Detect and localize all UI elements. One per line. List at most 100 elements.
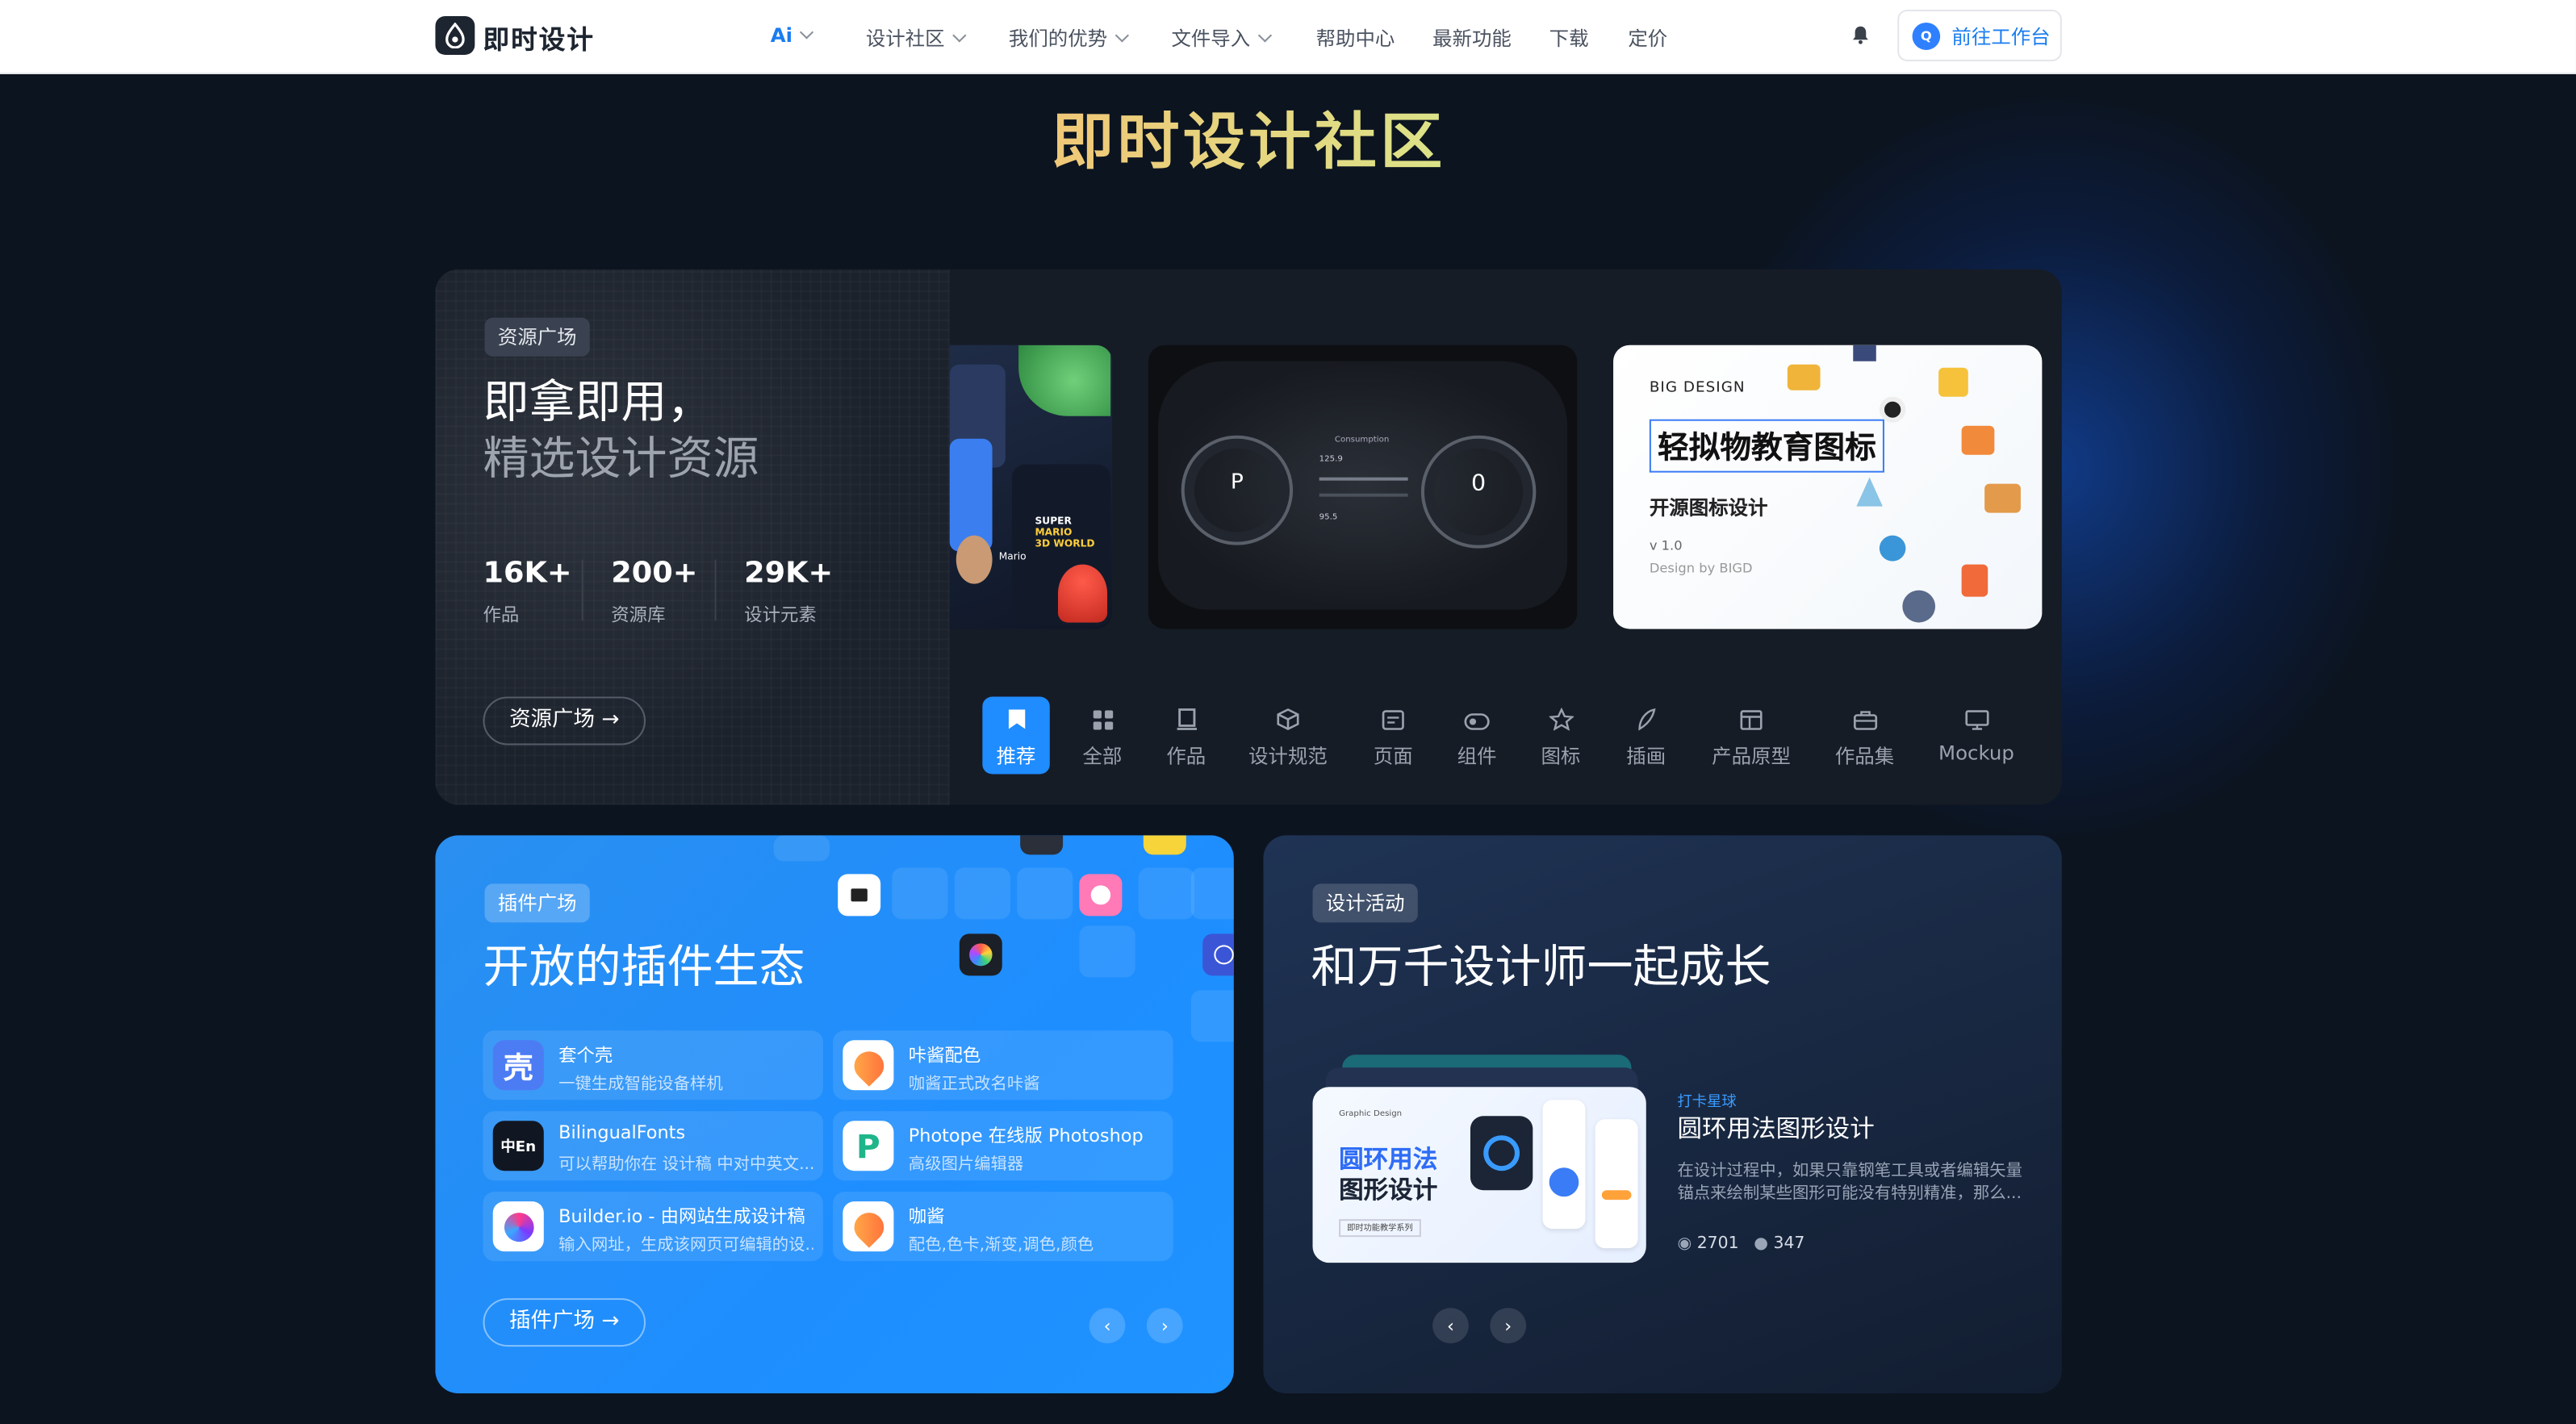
category-label: 插画	[1626, 745, 1666, 768]
plugin-app-icon	[838, 874, 881, 917]
category-label: 页面	[1373, 745, 1413, 768]
plugin-headline: 开放的插件生态	[483, 940, 805, 994]
chevron-down-icon	[1257, 28, 1273, 43]
logo-icon[interactable]	[435, 15, 475, 55]
plugin-title: Photope 在线版 Photoshop	[908, 1125, 1144, 1147]
category-tab-pages[interactable]: 页面	[1347, 697, 1439, 775]
plugin-app-icon	[1020, 835, 1064, 855]
event-thumbnail[interactable]: Graphic Design 圆环用法 图形设计 即时功能教学系列	[1312, 1087, 1646, 1263]
thumb-mario-name: Mario	[998, 551, 1027, 563]
chevron-down-icon	[1114, 28, 1130, 43]
plugin-subtitle: 高级图片编辑器	[908, 1156, 1024, 1175]
plugin-subtitle: 配色,色卡,渐变,调色,颜色	[908, 1237, 1094, 1255]
thumb-edu-icons[interactable]: BIG DESIGN 轻拟物教育图标 开源图标设计 v 1.0 Design b…	[1613, 345, 2043, 629]
chevron-down-icon	[952, 28, 967, 43]
layout-icon	[1740, 710, 1763, 730]
thumb-edu-version: v 1.0	[1649, 538, 1683, 553]
events-next-button[interactable]: ›	[1490, 1308, 1527, 1344]
thumb-mario-app[interactable]: SUPER MARIO 3D WORLD Mario	[949, 345, 1113, 629]
builder-icon	[492, 1201, 544, 1252]
arrow-right-icon: →	[601, 1309, 620, 1334]
globe-icon	[1879, 535, 1906, 562]
plugin-prev-button[interactable]: ‹	[1089, 1308, 1126, 1344]
resource-tag: 资源广场	[484, 317, 590, 357]
plugin-item[interactable]: 壳 套个壳 一键生成智能设备样机	[483, 1030, 823, 1100]
category-tab-components[interactable]: 组件	[1431, 697, 1523, 775]
event-users: 347	[1773, 1235, 1805, 1254]
avatar: Q	[1912, 21, 1941, 49]
top-navbar: 即时设计 Ai 设计社区 我们的优势 文件导入 帮助中心 最新功能 下载 定价 …	[0, 0, 2576, 74]
category-tab-illustration[interactable]: 插画	[1600, 697, 1692, 775]
plugin-item[interactable]: 咖酱 配色,色卡,渐变,调色,颜色	[833, 1192, 1173, 1262]
plugin-item[interactable]: 咔酱配色 咖酱正式改名咔酱	[833, 1030, 1173, 1100]
resource-plaza-button[interactable]: 资源广场 →	[483, 696, 646, 745]
divider	[714, 559, 717, 621]
resource-headline-1: 即拿即用，	[483, 375, 713, 429]
category-label: Mockup	[1938, 741, 2014, 765]
nav-file-import[interactable]: 文件导入	[1171, 24, 1273, 52]
globe-icon	[1202, 933, 1234, 976]
thumb-car-dashboard[interactable]: P 0 Consumption 125.9 95.5	[1148, 345, 1578, 629]
gauge-right-value: 0	[1471, 470, 1487, 497]
thumb-title: 圆环用法 图形设计	[1339, 1145, 1438, 1205]
arrow-right-icon: →	[601, 708, 620, 733]
nav-design-community[interactable]: 设计社区	[866, 24, 967, 52]
nav-download[interactable]: 下载	[1549, 24, 1589, 52]
events-headline: 和万千设计师一起成长	[1311, 940, 1771, 994]
bell-icon[interactable]	[1850, 24, 1871, 45]
event-title[interactable]: 圆环用法图形设计	[1677, 1111, 1874, 1145]
nav-ai[interactable]: Ai	[771, 24, 814, 47]
category-tab-mockup[interactable]: Mockup	[1930, 697, 2022, 775]
eye-icon: ◉	[1677, 1235, 1692, 1254]
bus-icon	[1787, 364, 1821, 390]
plugin-plaza-button[interactable]: 插件广场 →	[483, 1298, 646, 1347]
events-prev-button[interactable]: ‹	[1432, 1308, 1469, 1344]
thumb-edu-subtitle: 开源图标设计	[1649, 496, 1768, 520]
category-tab-icons[interactable]: 图标	[1515, 697, 1607, 775]
thumb-footer: 即时功能教学系列	[1339, 1219, 1421, 1238]
nav-pricing[interactable]: 定价	[1628, 24, 1667, 52]
star-icon	[1547, 707, 1574, 731]
event-description: 在设计过程中，如果只靠钢笔工具或者编辑矢量	[1677, 1163, 2022, 1181]
nav-new-features[interactable]: 最新功能	[1432, 24, 1512, 52]
nav-advantages[interactable]: 我们的优势	[1009, 24, 1130, 52]
stat-label: 设计元素	[744, 604, 817, 626]
plugin-item[interactable]: Builder.io - 由网站生成设计稿 输入网址，生成该网页可编辑的设...	[483, 1192, 823, 1262]
event-stats: ◉ 2701 ● 347	[1677, 1235, 1804, 1253]
gauge-left-value: P	[1230, 470, 1244, 495]
event-views: 2701	[1696, 1235, 1739, 1254]
plugin-item[interactable]: P Photope 在线版 Photoshop 高级图片编辑器	[833, 1111, 1173, 1181]
logo-text[interactable]: 即时设计	[483, 18, 594, 56]
category-tab-all[interactable]: 全部	[1056, 697, 1148, 775]
flower-icon	[843, 1201, 894, 1252]
plugin-icon: 壳	[492, 1040, 544, 1091]
plugin-next-button[interactable]: ›	[1146, 1308, 1183, 1344]
category-tab-design-spec[interactable]: 设计规范	[1242, 697, 1334, 775]
plugin-subtitle: 可以帮助你在 设计稿 中对中英文...	[558, 1156, 813, 1175]
house-icon	[1961, 425, 1995, 455]
document-icon	[1176, 708, 1196, 730]
plugin-title: 咔酱配色	[908, 1045, 981, 1067]
ball-icon	[1879, 396, 1906, 423]
flower-icon	[843, 1040, 894, 1091]
resource-intro-panel: 资源广场 即拿即用， 精选设计资源 16K+ 作品 200+ 资源库 29K+ …	[435, 269, 950, 805]
category-tab-prototype[interactable]: 产品原型	[1704, 697, 1799, 775]
category-tab-recommended[interactable]: 推荐	[982, 696, 1050, 775]
category-tab-works[interactable]: 作品	[1140, 697, 1232, 775]
dash-value: 125.9	[1319, 454, 1343, 465]
nav-help-center[interactable]: 帮助中心	[1316, 24, 1395, 52]
plugin-app-icon	[1143, 835, 1186, 855]
resource-headline-2: 精选设计资源	[483, 432, 759, 486]
category-label: 产品原型	[1712, 745, 1791, 768]
plugin-title: BilingualFonts	[558, 1122, 686, 1144]
thumb-edu-title: 轻拟物教育图标	[1649, 419, 1884, 473]
thumb-small-label: Graphic Design	[1339, 1109, 1403, 1120]
folder-icon	[1984, 483, 2021, 513]
stat-value: 16K+	[483, 556, 572, 591]
cube-icon	[1277, 708, 1299, 730]
thumb-edu-brand: BIG DESIGN	[1649, 380, 1746, 397]
workspace-button[interactable]: Q 前往工作台	[1897, 9, 2062, 61]
plugin-item[interactable]: 中En BilingualFonts 可以帮助你在 设计稿 中对中英文...	[483, 1111, 823, 1181]
category-tab-portfolio[interactable]: 作品集	[1819, 697, 1911, 775]
plugin-plaza-card: 插件广场 开放的插件生态 壳 套个壳 一键生成智能设备样机 咔酱配色 咖酱正式改…	[435, 835, 1234, 1394]
